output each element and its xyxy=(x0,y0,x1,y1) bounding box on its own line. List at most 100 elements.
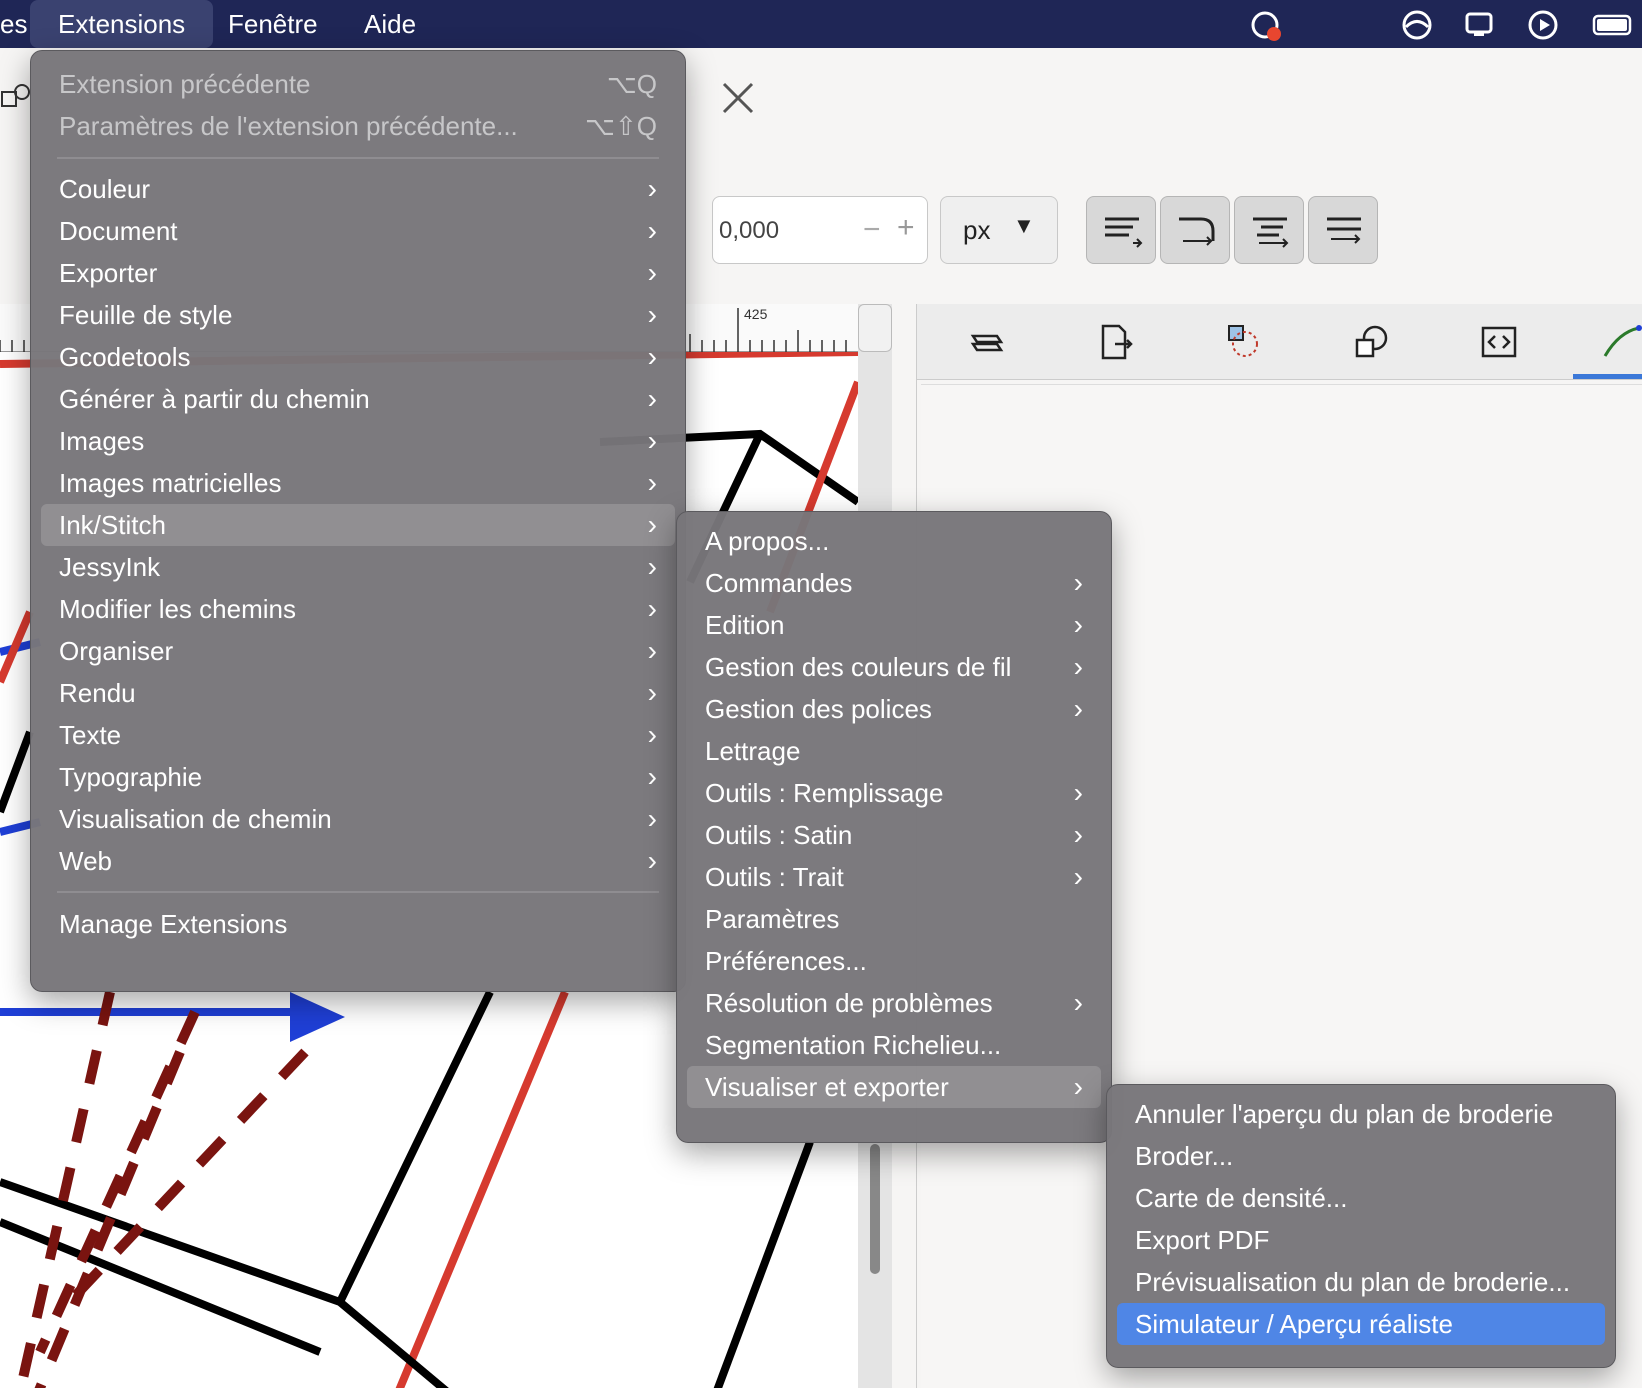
clone-icon[interactable] xyxy=(1351,322,1391,362)
menu-item-label: Gestion des polices xyxy=(705,694,932,724)
menu-item-label: Prévisualisation du plan de broderie... xyxy=(1135,1267,1571,1297)
submenu-item-outils-remplissage[interactable]: Outils : Remplissage › xyxy=(687,772,1101,814)
unit-value: px xyxy=(963,215,991,245)
submenu-item-segmentation[interactable]: Segmentation Richelieu... xyxy=(687,1024,1101,1066)
creative-cloud-icon[interactable] xyxy=(1248,8,1282,42)
submenu-item-commandes[interactable]: Commandes › xyxy=(687,562,1101,604)
menu-item-label: Broder... xyxy=(1135,1141,1234,1171)
play-icon[interactable] xyxy=(1526,8,1560,42)
align-button-3[interactable] xyxy=(1234,196,1304,264)
submenu-item-couleurs-fil[interactable]: Gestion des couleurs de fil › xyxy=(687,646,1101,688)
submenu-item-visualiser-exporter[interactable]: Visualiser et exporter › xyxy=(687,1066,1101,1108)
menu-item-rendu[interactable]: Rendu › xyxy=(41,672,675,714)
menu-item-label: Outils : Satin xyxy=(705,820,853,850)
align-button-1[interactable] xyxy=(1086,196,1156,264)
menu-item-exporter[interactable]: Exporter › xyxy=(41,252,675,294)
menu-item-label: Images matricielles xyxy=(59,468,282,498)
menubar-item-partial[interactable]: es xyxy=(0,0,27,48)
align-button-2[interactable] xyxy=(1160,196,1230,264)
align-button-4[interactable] xyxy=(1308,196,1378,264)
text-flow-pattern-icon xyxy=(1327,217,1361,244)
submenu-item-previsualisation[interactable]: Prévisualisation du plan de broderie... xyxy=(1117,1261,1605,1303)
submenu-item-simulateur[interactable]: Simulateur / Aperçu réaliste xyxy=(1117,1303,1605,1345)
chevron-right-icon: › xyxy=(1073,819,1083,850)
menubar-item-fenetre[interactable]: Fenêtre xyxy=(228,0,318,48)
tools-icon[interactable] xyxy=(718,78,758,118)
screen-share-icon[interactable] xyxy=(1462,8,1496,42)
menu-item-document[interactable]: Document › xyxy=(41,210,675,252)
ruler-label: 425 xyxy=(744,306,768,322)
submenu-item-parametres[interactable]: Paramètres xyxy=(687,898,1101,940)
menu-item-inkstitch[interactable]: Ink/Stitch › xyxy=(41,504,675,546)
menu-item-jessyink[interactable]: JessyInk › xyxy=(41,546,675,588)
sync-icon[interactable] xyxy=(1400,8,1434,42)
submenu-item-outils-satin[interactable]: Outils : Satin › xyxy=(687,814,1101,856)
submenu-item-annuler-apercu[interactable]: Annuler l'aperçu du plan de broderie xyxy=(1117,1093,1605,1135)
menu-item-label: Annuler l'aperçu du plan de broderie xyxy=(1135,1099,1554,1129)
transform-icon[interactable] xyxy=(1223,322,1263,362)
chevron-right-icon: › xyxy=(1073,651,1083,682)
chevron-right-icon: › xyxy=(647,551,657,582)
menu-item-label: Visualisation de chemin xyxy=(59,804,332,834)
submenu-item-carte-densite[interactable]: Carte de densité... xyxy=(1117,1177,1605,1219)
menu-item-label: Couleur xyxy=(59,174,151,204)
menu-item-previous-extension-settings: Paramètres de l'extension précédente... … xyxy=(41,105,675,147)
menu-item-images-matricielles[interactable]: Images matricielles › xyxy=(41,462,675,504)
submenu-item-a-propos[interactable]: A propos... xyxy=(687,520,1101,562)
menu-item-couleur[interactable]: Couleur › xyxy=(41,168,675,210)
menu-item-web[interactable]: Web › xyxy=(41,840,675,882)
submenu-item-polices[interactable]: Gestion des polices › xyxy=(687,688,1101,730)
coordinate-spinbox[interactable]: 0,000 − + xyxy=(712,196,928,264)
node-tool-icon[interactable] xyxy=(0,78,30,118)
menu-item-label: Commandes xyxy=(705,568,853,598)
menu-item-texte[interactable]: Texte › xyxy=(41,714,675,756)
submenu-item-export-pdf[interactable]: Export PDF xyxy=(1117,1219,1605,1261)
chevron-right-icon: › xyxy=(647,299,657,330)
menu-item-label: Export PDF xyxy=(1135,1225,1270,1255)
chevron-right-icon: › xyxy=(647,593,657,624)
plus-icon[interactable]: + xyxy=(897,211,915,245)
menu-item-organiser[interactable]: Organiser › xyxy=(41,630,675,672)
menu-item-feuille-de-style[interactable]: Feuille de style › xyxy=(41,294,675,336)
menu-item-typographie[interactable]: Typographie › xyxy=(41,756,675,798)
minus-icon[interactable]: − xyxy=(863,213,881,247)
panel-tab-bar xyxy=(917,304,1642,380)
chevron-down-icon: ▼ xyxy=(1013,213,1035,238)
export-icon[interactable] xyxy=(1095,322,1135,362)
submenu-item-preferences[interactable]: Préférences... xyxy=(687,940,1101,982)
menu-item-modifier-chemins[interactable]: Modifier les chemins › xyxy=(41,588,675,630)
text-flow-curve-icon xyxy=(1179,217,1215,246)
menu-item-generer[interactable]: Générer à partir du chemin › xyxy=(41,378,675,420)
menubar-item-extensions[interactable]: Extensions xyxy=(30,0,214,48)
xml-editor-icon[interactable] xyxy=(1479,322,1519,362)
menu-item-gcodetools[interactable]: Gcodetools › xyxy=(41,336,675,378)
menu-item-visualisation-chemin[interactable]: Visualisation de chemin › xyxy=(41,798,675,840)
menu-item-manage-extensions[interactable]: Manage Extensions xyxy=(41,903,675,945)
menubar-item-aide[interactable]: Aide xyxy=(364,0,416,48)
menu-item-label: Outils : Remplissage xyxy=(705,778,944,808)
submenu-item-outils-trait[interactable]: Outils : Trait › xyxy=(687,856,1101,898)
menu-item-images[interactable]: Images › xyxy=(41,420,675,462)
submenu-item-broder[interactable]: Broder... xyxy=(1117,1135,1605,1177)
menu-item-label: Images xyxy=(59,426,145,456)
submenu-item-resolution[interactable]: Résolution de problèmes › xyxy=(687,982,1101,1024)
scroll-thumb[interactable] xyxy=(870,1144,880,1274)
menu-item-label: Générer à partir du chemin xyxy=(59,384,370,414)
shortcut-label: ⌥Q xyxy=(606,69,657,99)
page-lock-icon[interactable] xyxy=(858,304,892,352)
menu-item-label: Exporter xyxy=(59,258,158,288)
chevron-right-icon: › xyxy=(647,173,657,204)
menu-item-label: Gcodetools xyxy=(59,342,191,372)
chevron-right-icon: › xyxy=(647,341,657,372)
menu-item-label: Visualiser et exporter xyxy=(705,1072,949,1102)
submenu-item-edition[interactable]: Edition › xyxy=(687,604,1101,646)
chevron-right-icon: › xyxy=(647,425,657,456)
inkstitch-icon[interactable] xyxy=(1599,322,1642,362)
extensions-menu: Extension précédente ⌥Q Paramètres de l'… xyxy=(30,50,686,992)
menu-item-label: Manage Extensions xyxy=(59,909,288,939)
menu-item-label: Paramètres xyxy=(705,904,840,934)
menu-item-label: Extension précédente xyxy=(59,69,311,99)
submenu-item-lettrage[interactable]: Lettrage xyxy=(687,730,1101,772)
unit-select[interactable]: px ▼ xyxy=(940,196,1058,264)
layers-icon[interactable] xyxy=(967,322,1007,362)
